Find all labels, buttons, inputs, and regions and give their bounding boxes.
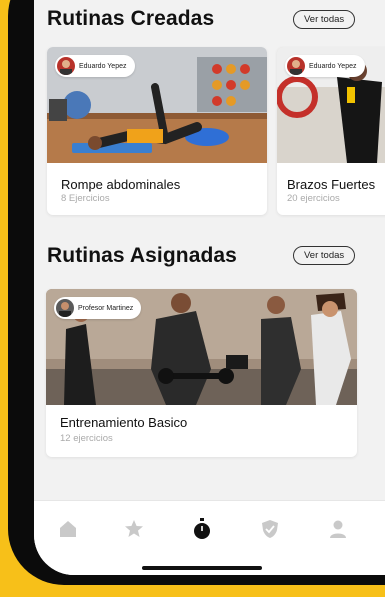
tab-routines[interactable]	[188, 515, 216, 543]
avatar	[56, 299, 74, 317]
created-section-title: Rutinas Creadas	[47, 7, 215, 30]
avatar	[57, 57, 75, 75]
created-see-all-button[interactable]: Ver todas	[293, 10, 356, 29]
routine-subtitle: 8 Ejercicios	[61, 193, 110, 204]
star-icon	[125, 520, 143, 537]
user-icon	[330, 520, 346, 538]
tab-profile[interactable]	[324, 515, 352, 543]
tab-security[interactable]	[256, 515, 284, 543]
tab-home[interactable]	[54, 515, 82, 543]
shield-icon	[262, 520, 278, 538]
tab-favorites[interactable]	[120, 515, 148, 543]
routine-subtitle: 20 ejercicios	[287, 193, 340, 204]
stopwatch-icon	[194, 518, 210, 539]
author-name: Eduardo Yepez	[309, 62, 357, 70]
routine-subtitle: 12 ejercicios	[60, 433, 113, 444]
home-icon	[60, 521, 76, 537]
routine-title: Brazos Fuertes	[287, 177, 376, 192]
assigned-routine-card[interactable]: Profesor Martinez Entrenamiento Basico 1…	[46, 289, 357, 457]
home-indicator[interactable]	[142, 566, 262, 570]
created-routine-card[interactable]: Eduardo Yepez Brazos Fuertes 20 ejercici…	[277, 47, 385, 215]
assigned-see-all-button[interactable]: Ver todas	[293, 246, 356, 265]
author-name: Profesor Martinez	[78, 304, 134, 312]
author-chip: Profesor Martinez	[54, 297, 142, 319]
author-name: Eduardo Yepez	[79, 62, 127, 70]
author-chip: Eduardo Yepez	[55, 55, 135, 77]
routine-title: Entrenamiento Basico	[60, 415, 188, 430]
assigned-section-title: Rutinas Asignadas	[47, 244, 237, 267]
avatar	[287, 57, 305, 75]
app-screen: Rutinas Creadas Ver todas Eduardo Yepez …	[34, 0, 385, 575]
bottom-tab-bar	[34, 500, 385, 575]
routine-title: Rompe abdominales	[61, 177, 181, 192]
author-chip: Eduardo Yepez	[285, 55, 365, 77]
created-routine-card[interactable]: Eduardo Yepez Rompe abdominales 8 Ejerci…	[47, 47, 267, 215]
